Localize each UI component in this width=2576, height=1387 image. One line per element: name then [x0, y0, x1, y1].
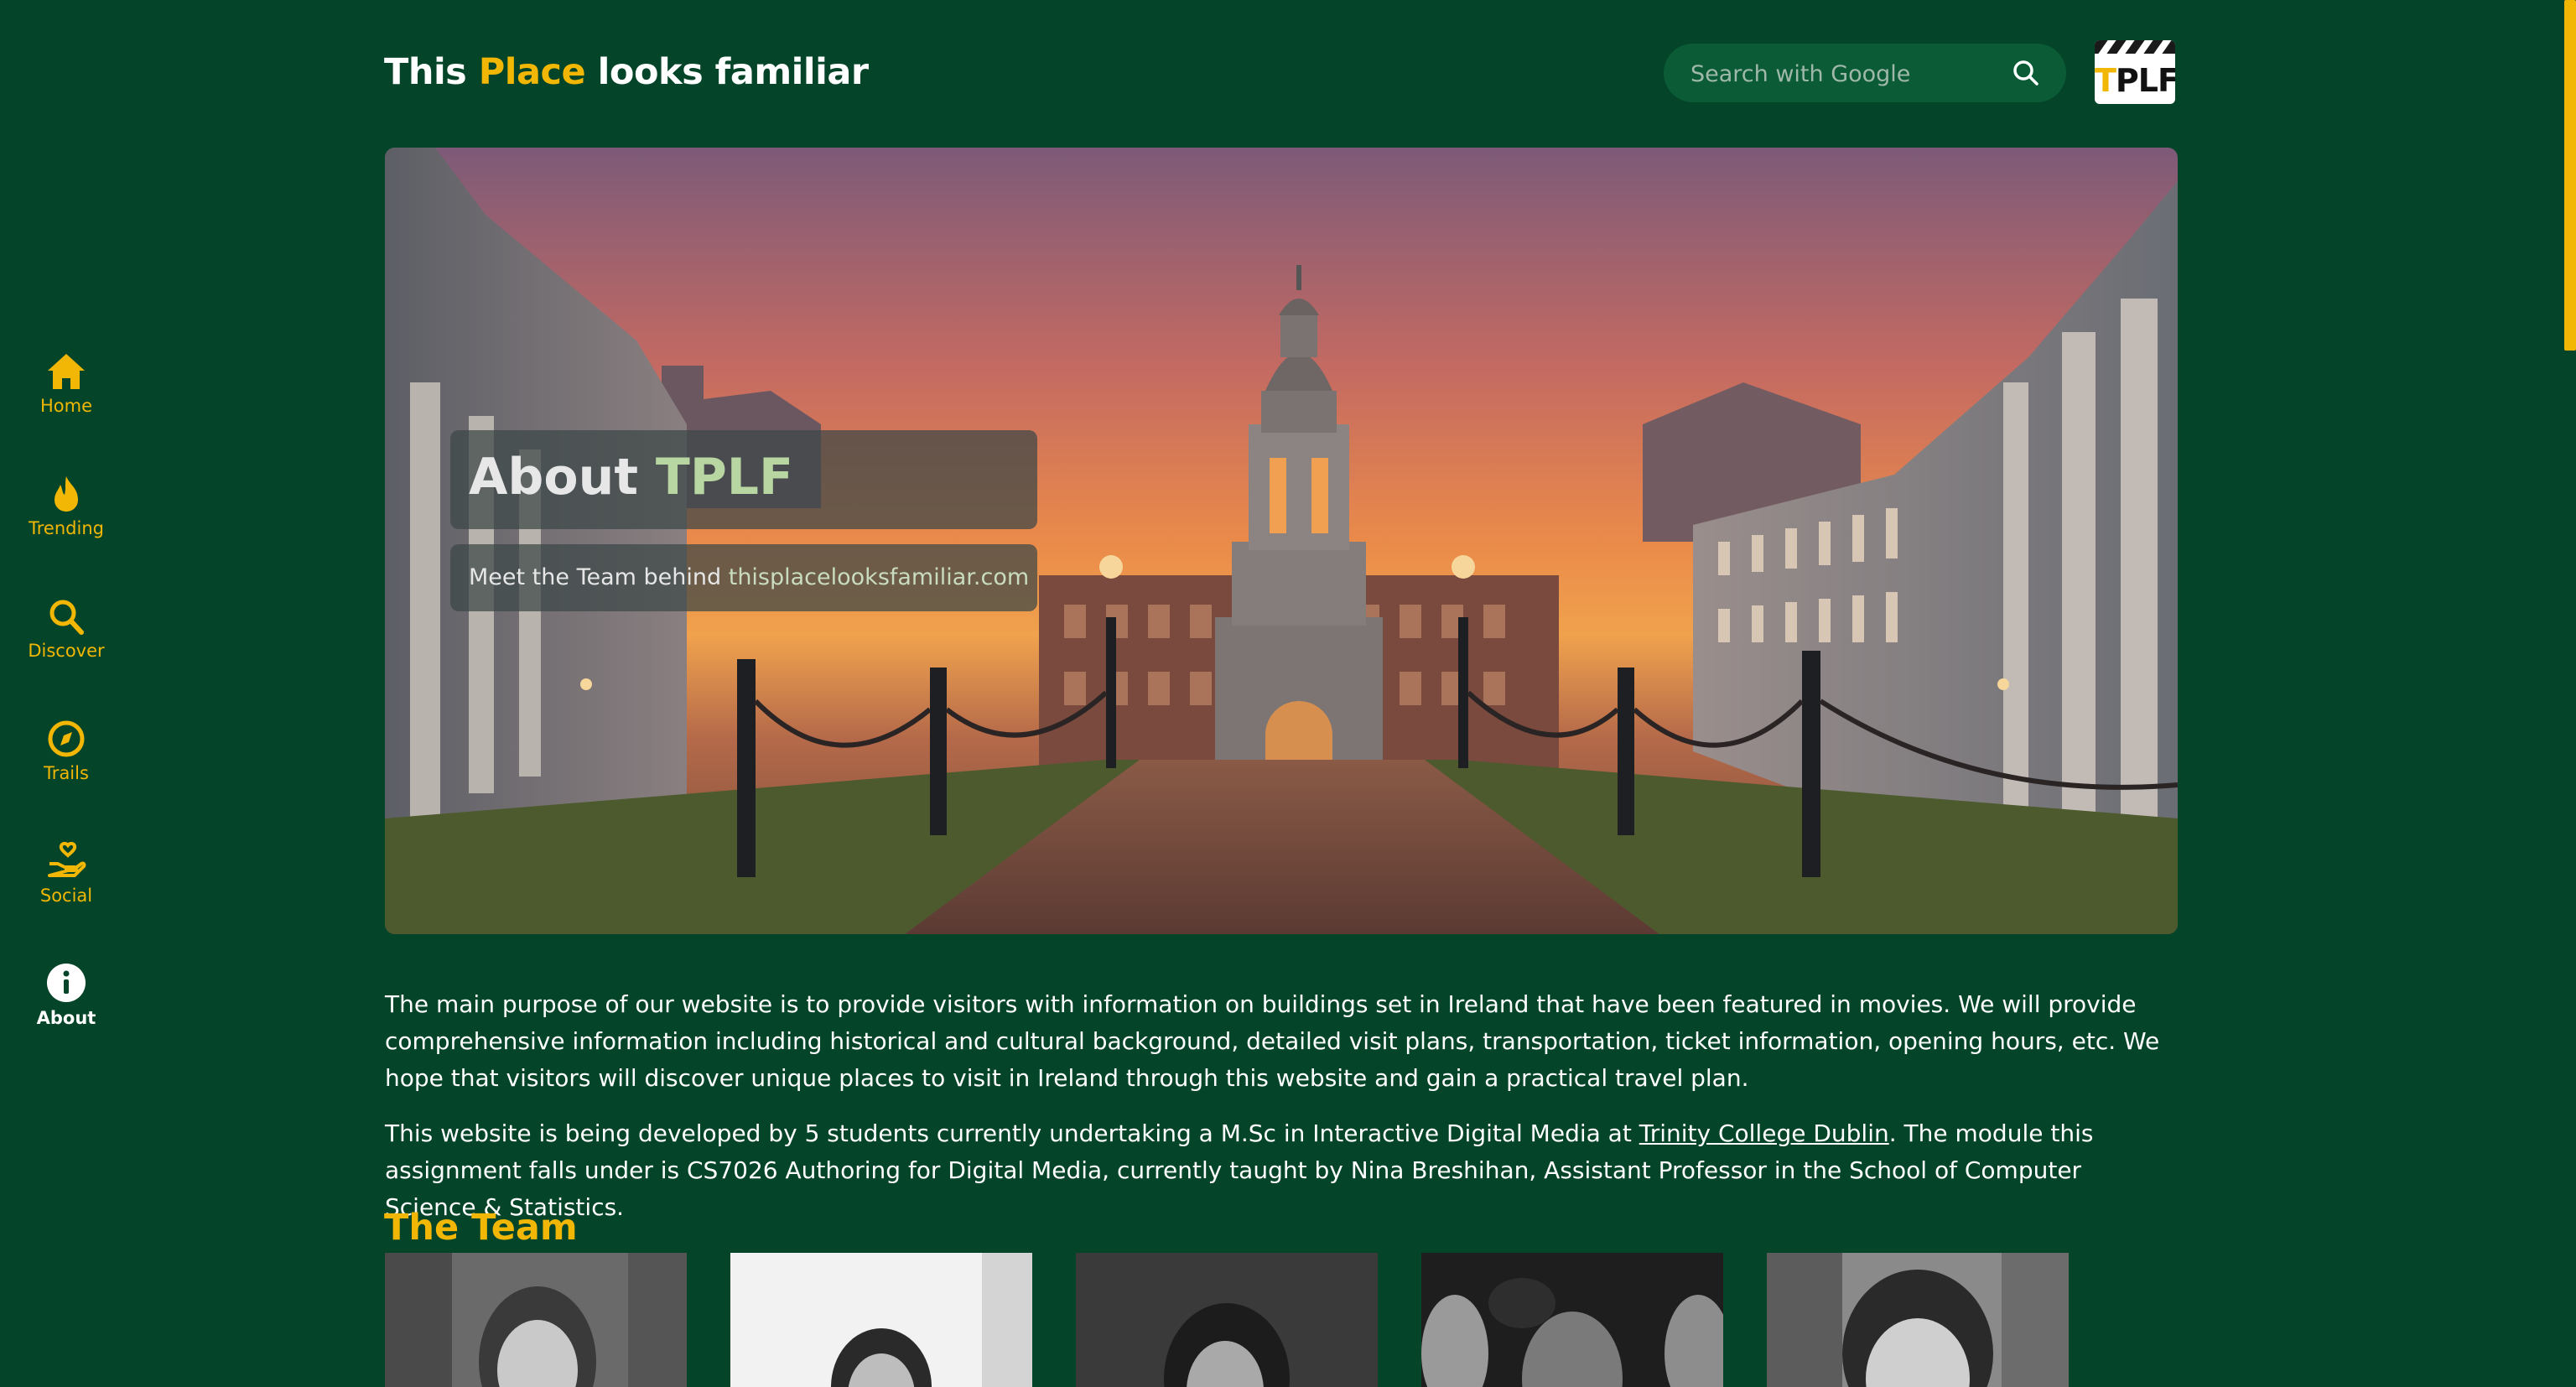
- clapperboard-stripes: [2095, 40, 2175, 54]
- search-icon: [49, 600, 84, 635]
- hero-title-box: About TPLF: [450, 430, 1037, 529]
- sidebar-nav: Home Trending Discover Trails Social Abo…: [0, 0, 132, 1379]
- sidebar-item-label: Home: [39, 396, 92, 416]
- member-photo-image: [1421, 1253, 1723, 1387]
- sidebar-item-label: Trending: [29, 518, 104, 538]
- sidebar-item-social[interactable]: Social: [0, 842, 132, 906]
- search-input[interactable]: [1689, 44, 2002, 104]
- tplf-logo[interactable]: TPLF: [2095, 40, 2175, 104]
- team-member-photo[interactable]: [1421, 1253, 1723, 1387]
- trinity-college-link[interactable]: Trinity College Dublin: [1639, 1119, 1889, 1147]
- hero-title: About TPLF: [469, 448, 794, 506]
- logo-text: TPLF: [2095, 62, 2175, 99]
- hand-heart-icon: [48, 842, 86, 877]
- site-title-part2: looks familiar: [585, 51, 869, 93]
- search-button[interactable]: [2011, 58, 2041, 88]
- team-member-photo[interactable]: [730, 1253, 1032, 1387]
- hero-banner: About TPLF Meet the Team behind thisplac…: [385, 148, 2178, 934]
- member-photo-image: [1076, 1253, 1378, 1387]
- team-member-photo[interactable]: [1076, 1253, 1378, 1387]
- sidebar-item-trails[interactable]: Trails: [0, 719, 132, 783]
- hero-campanile-image: [385, 148, 2178, 934]
- hero-subtitle: Meet the Team behind thisplacelooksfamil…: [469, 564, 1030, 590]
- member-photo-image: [1767, 1253, 2069, 1387]
- sidebar-item-label: Discover: [28, 641, 105, 661]
- info-icon: [47, 964, 86, 1002]
- page-scrollbar[interactable]: [2564, 0, 2576, 351]
- team-heading: The Team: [384, 1207, 578, 1249]
- sidebar-item-discover[interactable]: Discover: [0, 597, 132, 661]
- team-member-photo[interactable]: [385, 1253, 687, 1387]
- compass-icon: [48, 720, 85, 757]
- sidebar-item-trending[interactable]: Trending: [0, 475, 132, 538]
- search-bar: [1664, 44, 2066, 104]
- intro-paragraph-team: This website is being developed by 5 stu…: [385, 1119, 2094, 1221]
- member-photo-image: [385, 1253, 687, 1387]
- intro-paragraph-purpose: The main purpose of our website is to pr…: [385, 990, 2160, 1092]
- sidebar-item-label: Social: [39, 886, 93, 906]
- search-icon: [2013, 60, 2038, 86]
- team-member-photo[interactable]: [1767, 1253, 2069, 1387]
- home-icon: [48, 354, 85, 389]
- sidebar-item-home[interactable]: Home: [0, 352, 132, 416]
- sidebar-item-about[interactable]: About: [0, 963, 132, 1028]
- site-title-accent: Place: [478, 51, 586, 93]
- sidebar-item-label: Trails: [44, 763, 89, 783]
- sidebar-item-label: About: [36, 1008, 96, 1028]
- flame-icon: [55, 476, 78, 512]
- site-title[interactable]: This Place looks familiar: [384, 47, 869, 97]
- website-link[interactable]: thisplacelooksfamiliar.com: [729, 564, 1029, 590]
- member-photo-image: [730, 1253, 1032, 1387]
- site-title-part1: This: [384, 51, 479, 93]
- hero-subtitle-box: Meet the Team behind thisplacelooksfamil…: [450, 544, 1037, 611]
